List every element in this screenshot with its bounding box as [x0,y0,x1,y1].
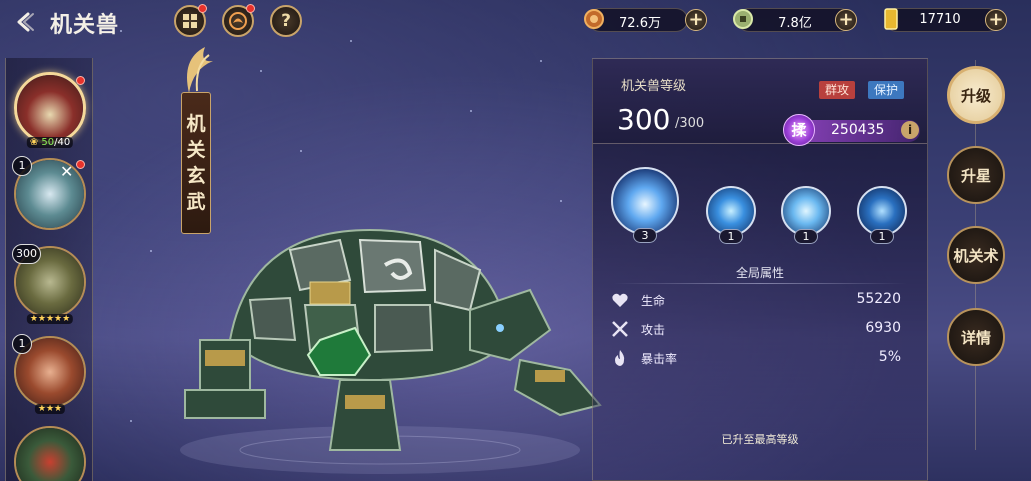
heart-icon [612,293,628,307]
global-attributes-title: 全局属性 [735,266,784,280]
stat-name: 攻击 [641,323,666,337]
flame-icon [615,350,625,366]
level-max: /300 [675,116,705,131]
beast-list-item[interactable] [14,426,86,481]
stat-name: 生命 [641,294,666,308]
beast-list-panel: ❀ 50/40 1 ✕ 300 ★★★★★ 1 ★★★ [5,58,93,481]
max-level-notice: 已升至最高等级 [721,433,799,446]
back-arrow-icon [17,12,34,32]
jade-coin-icon [729,5,757,33]
star-up-tab-button[interactable]: 升星 [947,146,1005,204]
level-label: 机关兽等级 [621,79,687,94]
banner-char: 玄 [186,165,206,187]
level-current: 300 [617,103,671,136]
notification-dot [76,160,85,169]
beast-list-item[interactable]: 1 ✕ [12,156,86,230]
beast-list-item[interactable]: 1 ★★★ [12,334,86,414]
add-jade-coin-button[interactable]: + [835,9,857,31]
stat-value: 5% [878,349,901,365]
beast-emblem-button[interactable] [222,4,255,37]
stat-value: 55220 [856,291,901,307]
add-gear-token-button[interactable]: + [685,9,707,31]
divider [613,283,907,284]
back-button[interactable] [10,8,40,36]
skill-count: 1 [719,229,743,244]
beast-portrait [14,72,86,144]
notification-dot [246,4,255,13]
mechanical-turtle-model [180,228,602,474]
power-value: 250435 [831,122,885,138]
notification-dot [198,4,207,13]
beast-list-item[interactable]: ❀ 50/40 [14,72,86,148]
power-badge-icon: 揉 [783,114,815,146]
beast-level-badge: 1 [12,156,32,176]
details-tab-button[interactable]: 详情 [947,308,1005,366]
stat-row-hp: 生命 55220 [611,289,911,311]
gear-token-value: 72.6万 [619,16,661,31]
add-gold-ingot-button[interactable]: + [985,9,1007,31]
ice-crystal-icon [611,167,679,235]
banner-ornament-icon [187,47,213,93]
beast-list-item[interactable]: 300 ★★★★★ [12,244,86,324]
banner-char: 机 [186,113,206,135]
beast-level-badge: 300 [12,244,41,264]
aoe-tag: 群攻 [819,81,856,99]
notification-dot [76,76,85,85]
stat-row-attack: 攻击 6930 [611,318,911,340]
upgrade-tab-button[interactable]: 升级 [947,66,1005,124]
beast-star-rating: ★★★★★ [26,314,74,324]
beast-portrait [14,426,86,481]
beast-level-badge: 1 [12,334,32,354]
stat-name: 暴击率 [641,352,678,366]
stat-value: 6930 [865,320,901,336]
page-title: 机关兽 [50,13,120,38]
gear-coin-icon [580,5,608,33]
fragment-count: ❀ 50/40 [26,137,74,148]
protect-tag: 保护 [868,81,905,99]
help-button[interactable]: ? [270,5,302,37]
banner-char: 关 [186,139,206,161]
skill-slot[interactable]: 1 [857,186,907,244]
phoenix-emblem-icon [229,12,247,30]
help-icon: ? [281,11,291,31]
power-info-icon[interactable]: i [901,121,919,139]
level-header: 机关兽等级 300 /300 群攻 保护 揉 250435 i [593,59,927,146]
gold-ingot-value: 17710 [919,12,961,27]
stat-row-crit: 暴击率 5% [611,347,911,369]
beast-info-panel: 机关兽等级 300 /300 群攻 保护 揉 250435 i 3 1 1 1 … [592,58,928,481]
grid-icon [183,14,197,28]
skill-slot[interactable]: 1 [781,186,831,244]
crossed-swords-icon [612,321,628,337]
jade-coin-value: 7.8亿 [778,16,812,31]
skill-slot[interactable]: 3 [611,167,679,243]
skill-slot[interactable]: 1 [706,186,756,244]
collection-grid-button[interactable] [174,4,207,37]
beast-star-rating: ★★★ [34,404,66,414]
mechanism-skill-tab-button[interactable]: 机关术 [947,226,1005,284]
locked-cross-icon: ✕ [60,162,74,181]
gold-bar-icon [877,5,905,33]
skill-count: 3 [633,228,657,243]
skill-count: 1 [794,229,818,244]
skill-count: 1 [870,229,894,244]
